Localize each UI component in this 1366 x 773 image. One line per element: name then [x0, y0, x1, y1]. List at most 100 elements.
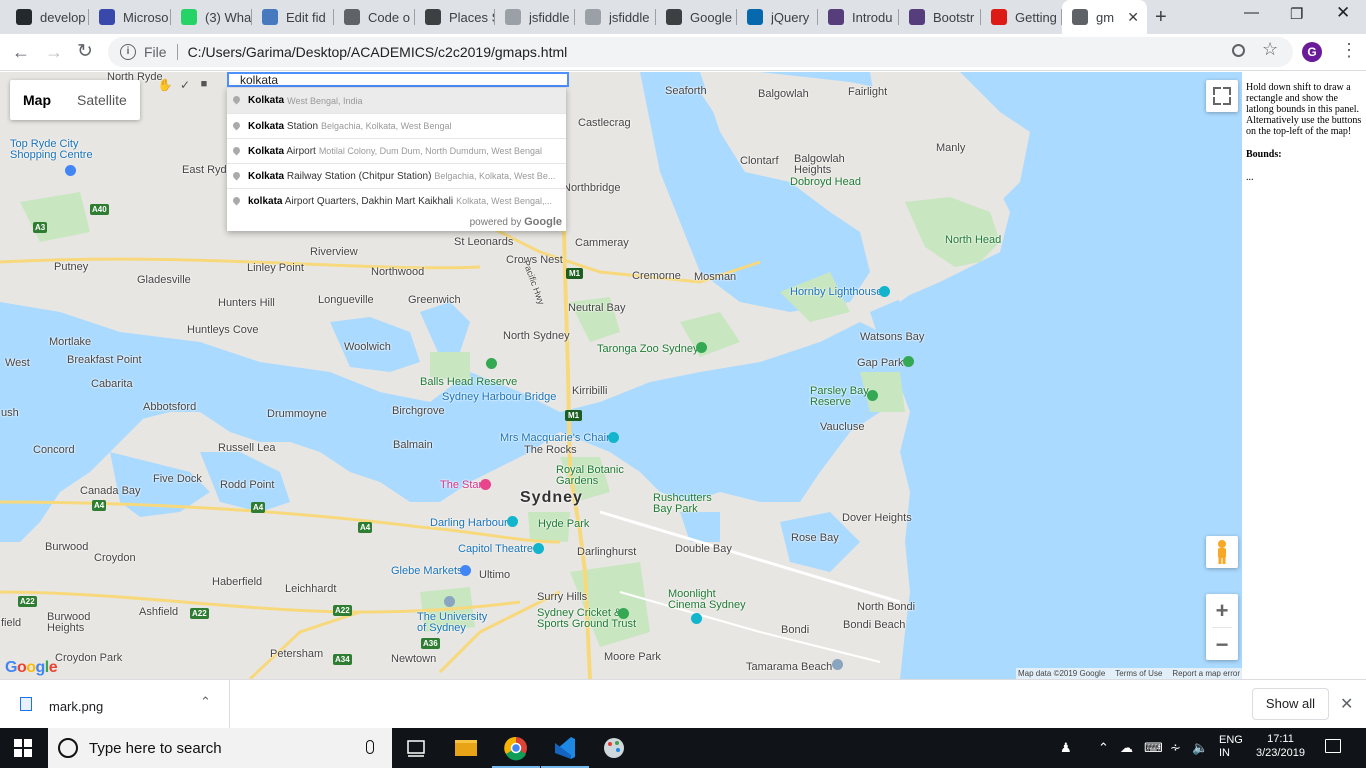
zoom-out-button[interactable]: −: [1206, 628, 1238, 661]
map-place-label: Sydney: [520, 489, 583, 506]
forward-icon[interactable]: →: [45, 42, 63, 63]
casino-poi-icon[interactable]: [480, 479, 491, 490]
new-tab-button[interactable]: +: [1155, 6, 1167, 29]
shopping-poi-icon[interactable]: [65, 165, 76, 176]
volume-muted-icon[interactable]: 🔈: [1192, 740, 1208, 756]
report-error-link[interactable]: Report a map error: [1172, 669, 1240, 678]
microphone-icon[interactable]: [366, 740, 374, 754]
browser-tab[interactable]: Edit fid: [252, 0, 334, 34]
taskbar-search-placeholder[interactable]: Type here to search: [89, 740, 222, 757]
market-poi-icon[interactable]: [460, 565, 471, 576]
theatre-poi-icon[interactable]: [533, 543, 544, 554]
wifi-icon[interactable]: ∻: [1170, 740, 1181, 756]
map-place-label: Burwood Heights: [47, 611, 91, 634]
polyline-tool-icon[interactable]: ✓: [177, 78, 193, 94]
landmark-poi-icon[interactable]: [608, 432, 619, 443]
vscode-taskbar-icon[interactable]: [541, 728, 589, 768]
park-poi-icon[interactable]: [903, 356, 914, 367]
map-place-label: Mrs Macquarie's Chair: [500, 432, 610, 444]
browser-tab[interactable]: Google: [656, 0, 737, 34]
task-view-icon[interactable]: [392, 728, 440, 768]
reload-icon[interactable]: ↻: [77, 40, 93, 63]
zoo-poi-icon[interactable]: [696, 342, 707, 353]
close-shelf-icon[interactable]: ✕: [1340, 694, 1353, 714]
info-icon[interactable]: i: [120, 44, 136, 60]
zoom-icon[interactable]: [1232, 44, 1245, 57]
paint-taskbar-icon[interactable]: [590, 728, 638, 768]
map-place-label: Newtown: [391, 653, 437, 665]
menu-icon[interactable]: ⋮: [1340, 40, 1358, 61]
autocomplete-item[interactable]: Kolkata Station Belgachia, Kolkata, West …: [227, 113, 566, 138]
system-clock[interactable]: 17:11 3/23/2019: [1256, 732, 1305, 760]
fullscreen-button[interactable]: [1206, 80, 1238, 112]
show-hidden-icons[interactable]: ⌃: [1098, 740, 1109, 756]
map-type-satellite-button[interactable]: Satellite: [64, 80, 140, 120]
action-center-icon[interactable]: [1325, 739, 1341, 753]
hand-tool-icon[interactable]: ✋: [157, 78, 173, 94]
address-text[interactable]: C:/Users/Garima/Desktop/ACADEMICS/c2c201…: [188, 44, 568, 60]
cinema-poi-icon[interactable]: [691, 613, 702, 624]
taskbar-search-box[interactable]: Type here to search: [48, 728, 392, 768]
zoom-in-button[interactable]: +: [1206, 594, 1238, 627]
browser-tab[interactable]: (3) Wha: [171, 0, 252, 34]
map-place-label: Canada Bay: [80, 485, 141, 497]
terms-link[interactable]: Terms of Use: [1115, 669, 1162, 678]
show-all-button[interactable]: Show all: [1252, 688, 1329, 720]
map-place-label: Balgowlah: [758, 88, 809, 100]
lighthouse-poi-icon[interactable]: [879, 286, 890, 297]
park-poi-icon[interactable]: [867, 390, 878, 401]
road-shield: A22: [333, 605, 352, 616]
university-poi-icon[interactable]: [444, 596, 455, 607]
autocomplete-item[interactable]: Kolkata West Bengal, India: [227, 88, 566, 113]
file-explorer-icon[interactable]: [442, 728, 490, 768]
address-bar[interactable]: i File C:/Users/Garima/Desktop/ACADEMICS…: [108, 37, 1293, 67]
attraction-poi-icon[interactable]: [507, 516, 518, 527]
browser-tab[interactable]: Bootstr: [899, 0, 981, 34]
browser-tab[interactable]: Getting: [981, 0, 1062, 34]
park-poi-icon[interactable]: [486, 358, 497, 369]
tab-label: Places S: [449, 9, 495, 25]
download-filename[interactable]: mark.png: [49, 699, 103, 714]
browser-tab[interactable]: develop: [6, 0, 89, 34]
browser-tab[interactable]: jQuery: [737, 0, 818, 34]
map-place-label: North Bondi: [857, 601, 916, 613]
browser-tab[interactable]: Introdu: [818, 0, 899, 34]
close-window-button[interactable]: ✕: [1336, 3, 1350, 23]
map-place-label: Huntleys Cove: [187, 324, 259, 336]
language-indicator[interactable]: ENG IN: [1219, 734, 1243, 760]
rectangle-tool-icon[interactable]: ■: [196, 78, 212, 94]
back-icon[interactable]: ←: [12, 42, 30, 63]
people-icon[interactable]: ♟: [1060, 740, 1072, 756]
autocomplete-item[interactable]: kolkata Airport Quarters, Dakhin Mart Ka…: [227, 188, 566, 213]
onedrive-icon[interactable]: ☁: [1120, 740, 1133, 756]
stadium-poi-icon[interactable]: [618, 608, 629, 619]
close-tab-icon[interactable]: ✕: [1127, 9, 1139, 26]
browser-tab[interactable]: jsfiddle: [495, 0, 575, 34]
map-place-label: Rodd Point: [220, 479, 275, 491]
browser-tab[interactable]: gm ✕: [1062, 0, 1147, 34]
restore-button[interactable]: ❐: [1290, 5, 1303, 23]
street-view-pegman-icon[interactable]: [1206, 536, 1238, 568]
minimize-button[interactable]: —: [1244, 4, 1259, 21]
browser-tab[interactable]: jsfiddle: [575, 0, 656, 34]
cortana-icon[interactable]: [58, 738, 78, 758]
download-item[interactable]: mark.png ⌃: [0, 680, 230, 729]
bookmark-star-icon[interactable]: ☆: [1262, 39, 1278, 60]
input-method-icon[interactable]: ⌨: [1144, 740, 1163, 756]
chrome-taskbar-icon[interactable]: [492, 728, 540, 768]
beach-poi-icon[interactable]: [832, 659, 843, 670]
map-place-label: Neutral Bay: [568, 302, 626, 314]
windows-start-icon[interactable]: [14, 739, 32, 757]
autocomplete-item[interactable]: Kolkata Airport Motilal Colony, Dum Dum, …: [227, 138, 566, 163]
browser-tab[interactable]: Microso: [89, 0, 171, 34]
profile-avatar[interactable]: G: [1302, 42, 1322, 62]
chevron-up-icon[interactable]: ⌃: [200, 694, 211, 710]
map-type-map-button[interactable]: Map: [10, 80, 64, 120]
browser-tab[interactable]: Code o: [334, 0, 415, 34]
autocomplete-item[interactable]: Kolkata Railway Station (Chitpur Station…: [227, 163, 566, 188]
places-search-input[interactable]: [227, 72, 569, 87]
map-place-label: Gladesville: [137, 274, 191, 286]
browser-tab[interactable]: Places S: [415, 0, 495, 34]
autocomplete-secondary-text: Motilal Colony, Dum Dum, North Dumdum, W…: [318, 146, 543, 156]
map-canvas[interactable]: Seaforth Balgowlah Fairlight Manly Castlecra…: [0, 72, 1242, 679]
